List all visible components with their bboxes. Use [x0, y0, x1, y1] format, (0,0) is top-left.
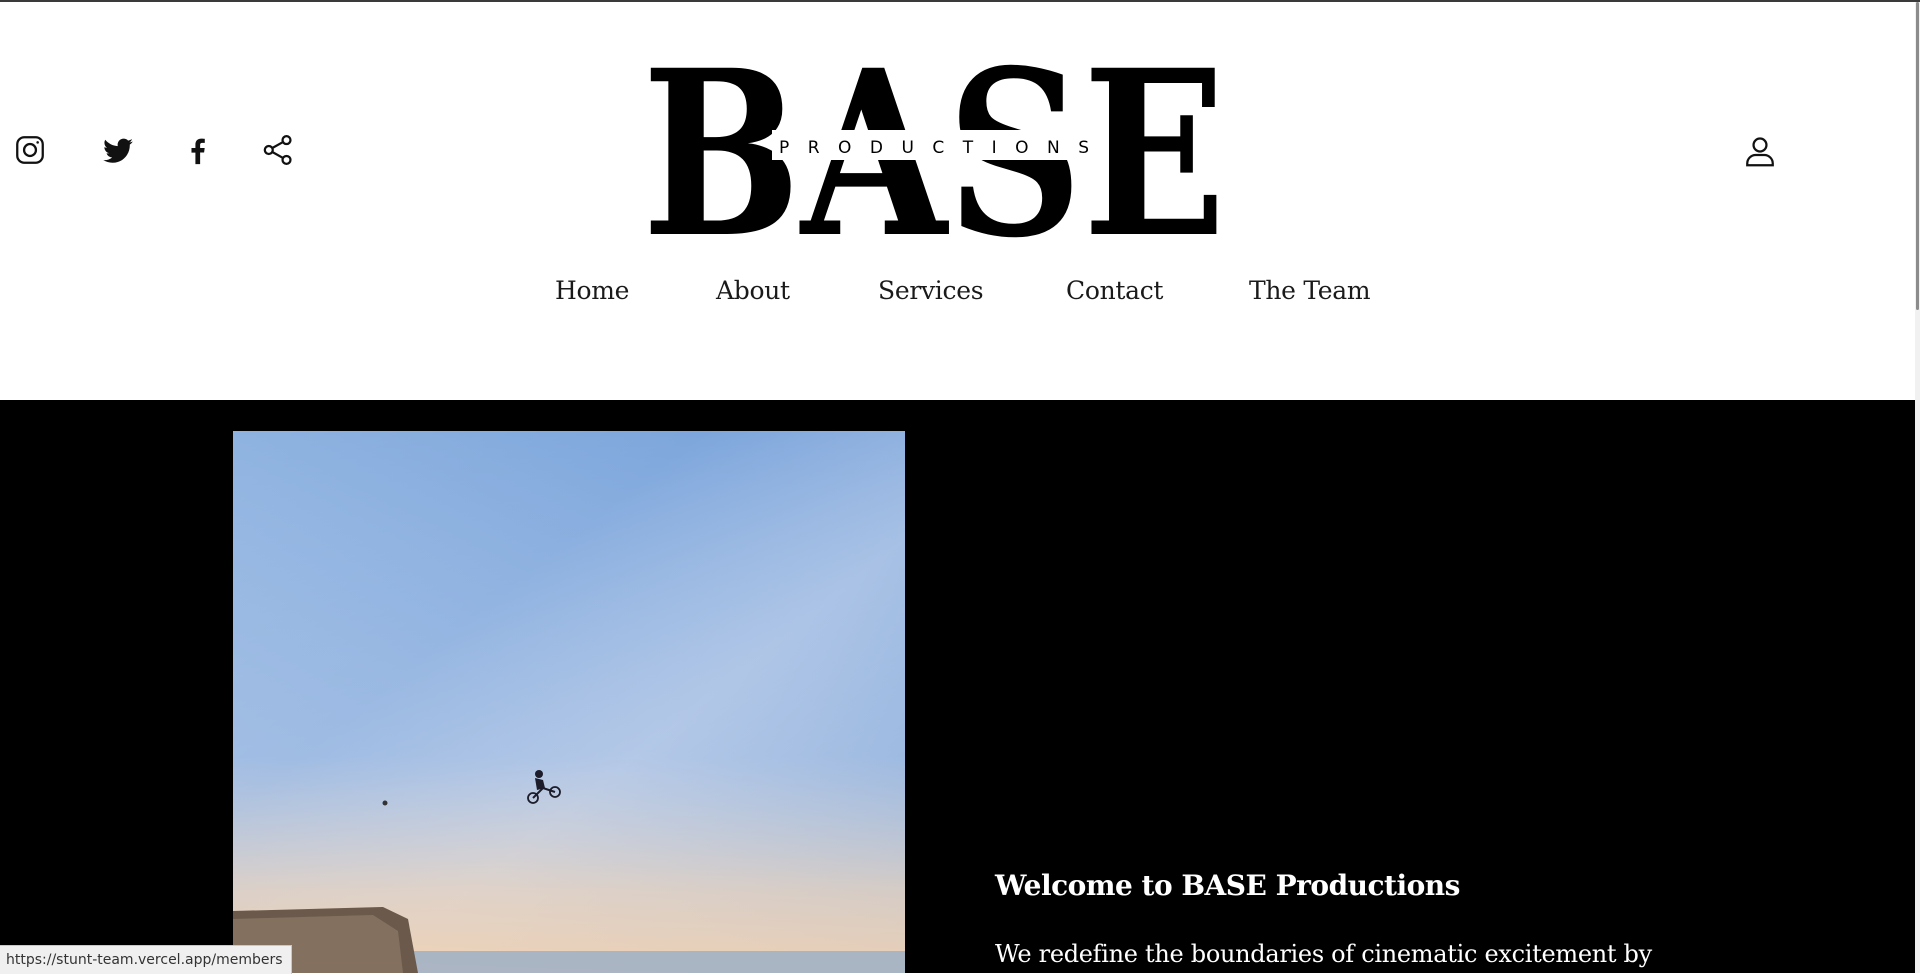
account-icon[interactable]: [1742, 133, 1778, 169]
nav-home[interactable]: Home: [555, 276, 629, 305]
page-scrollbar[interactable]: [1915, 2, 1920, 973]
share-icon[interactable]: [260, 132, 296, 168]
site-header: BASE PRODUCTIONS Home About Services Con…: [0, 2, 1915, 400]
social-links: [12, 132, 296, 168]
site-logo[interactable]: BASE PRODUCTIONS: [640, 64, 1228, 240]
main-nav: Home About Services Contact The Team: [0, 276, 1915, 316]
twitter-icon[interactable]: [100, 132, 136, 168]
nav-the-team[interactable]: The Team: [1249, 276, 1371, 305]
intro-text: We redefine the boundaries of cinematic …: [995, 940, 1652, 968]
facebook-icon[interactable]: [180, 132, 216, 168]
welcome-heading: Welcome to BASE Productions: [995, 869, 1460, 903]
nav-contact[interactable]: Contact: [1066, 276, 1163, 305]
hero-video[interactable]: [233, 431, 905, 973]
scrollbar-thumb[interactable]: [1916, 2, 1919, 310]
hero-section: Welcome to BASE Productions We redefine …: [0, 400, 1915, 973]
nav-services[interactable]: Services: [878, 276, 984, 305]
link-status-bar: https://stunt-team.vercel.app/members: [0, 945, 292, 974]
instagram-icon[interactable]: [12, 132, 48, 168]
nav-about[interactable]: About: [716, 276, 790, 305]
